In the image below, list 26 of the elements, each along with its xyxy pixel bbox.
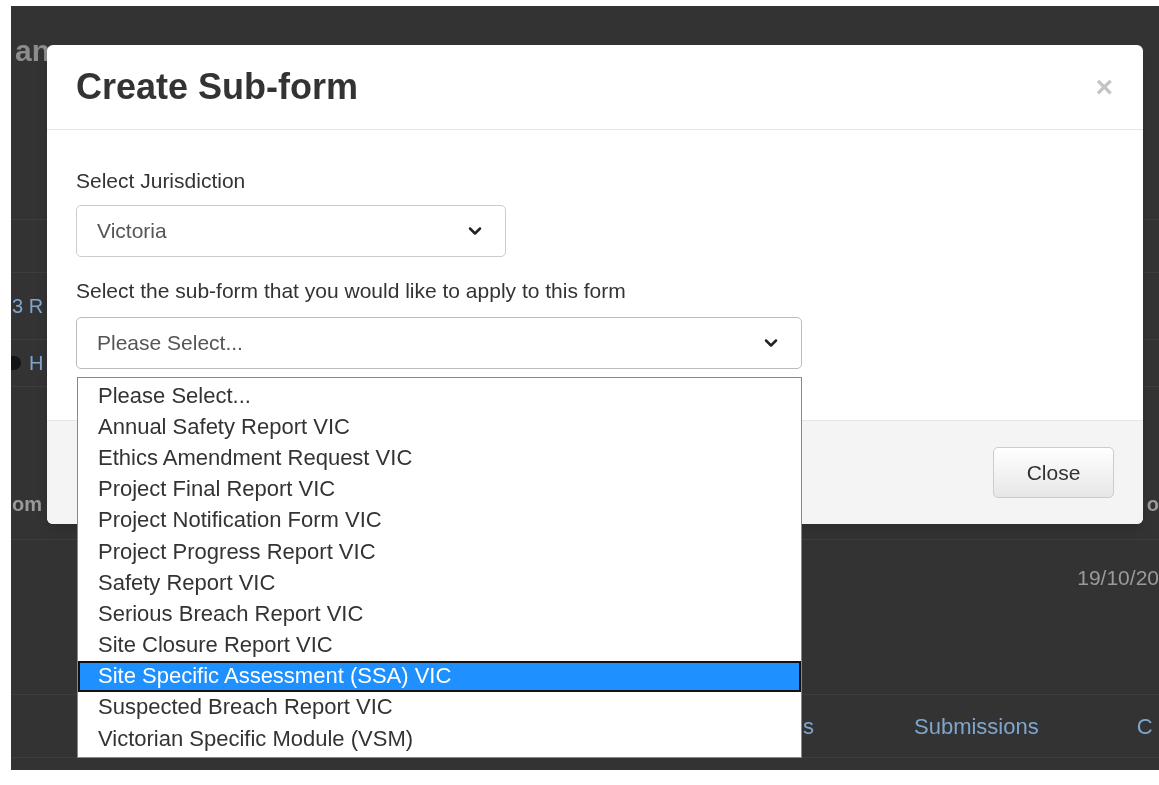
close-button[interactable]: Close <box>993 447 1114 498</box>
date-text: 19/10/20 <box>1077 565 1159 591</box>
link[interactable]: 3 R <box>12 291 44 321</box>
help-link[interactable]: H <box>29 348 44 378</box>
dropdown-option[interactable]: Project Notification Form VIC <box>78 504 801 536</box>
dropdown-option[interactable]: Site Closure Report VIC <box>78 629 801 661</box>
dropdown-option[interactable]: Ethics Amendment Request VIC <box>78 442 801 474</box>
dropdown-option[interactable]: Please Select... <box>78 380 801 412</box>
tab[interactable]: Submissions <box>914 709 1039 743</box>
dropdown-option[interactable]: Safety Report VIC <box>78 567 801 599</box>
field-label: Select the sub-form that you would like to apply to this form <box>76 280 627 301</box>
page-title: an <box>15 34 50 67</box>
modal-title: Create Sub-form <box>76 65 359 109</box>
dropdown-option[interactable]: Serious Breach Report VIC <box>78 598 801 630</box>
field-label: Select Jurisdiction <box>76 170 247 191</box>
dropdown-option[interactable]: Annual Safety Report VIC <box>78 411 801 443</box>
tab[interactable]: s <box>803 709 814 743</box>
subform-select[interactable]: Please Select... <box>76 317 802 369</box>
column-header: om <box>11 492 42 517</box>
dropdown-option[interactable]: Suspected Breach Report VIC <box>78 691 801 724</box>
dropdown-option[interactable]: Victorian Specific Module (VSM) <box>78 723 801 755</box>
jurisdiction-select[interactable]: Victoria <box>76 205 506 257</box>
dropdown-option[interactable]: Project Final Report VIC <box>78 473 801 505</box>
dropdown-option[interactable]: Project Progress Report VIC <box>78 535 801 568</box>
column-header: o <box>1146 492 1159 517</box>
tab[interactable]: C <box>1136 709 1153 743</box>
